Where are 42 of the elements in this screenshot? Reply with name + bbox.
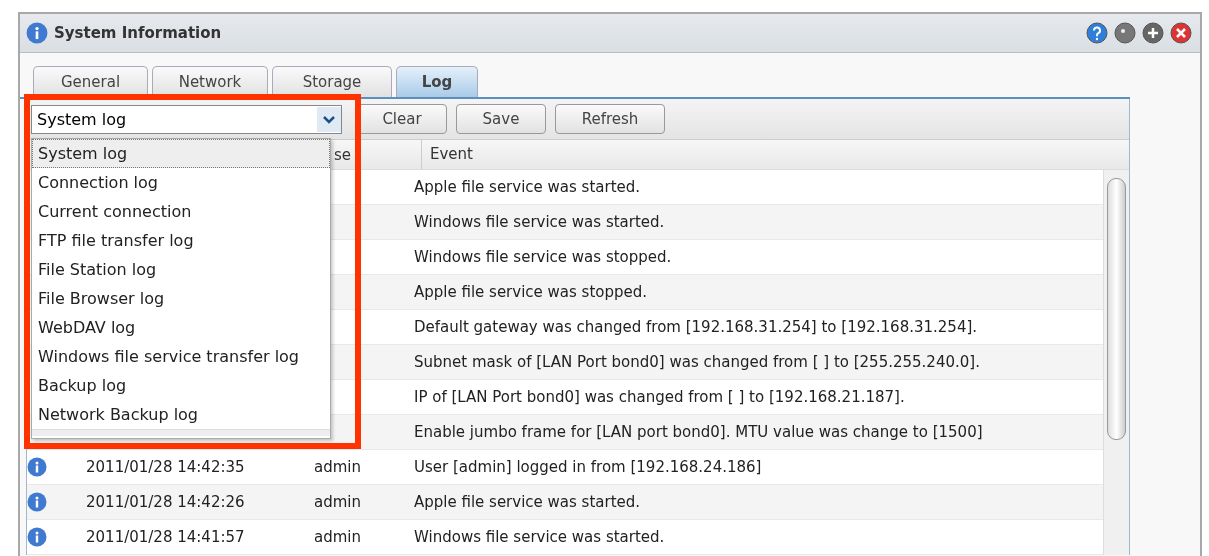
event-cell-text: Enable jumbo frame for [LAN port bond0]. MTU value was change to [1500] <box>414 423 984 441</box>
event-cell-text: Subnet mask of [LAN Port bond0] was changed from [ ] to [255.255.240.0]. <box>414 353 981 371</box>
dropdown-option[interactable]: Windows file service transfer log <box>32 342 330 371</box>
minimize-icon[interactable] <box>1114 22 1136 44</box>
event-cell-text: Windows file service was started. <box>414 213 666 231</box>
dropdown-option[interactable]: Connection log <box>32 168 330 197</box>
dropdown-option[interactable]: WebDAV log <box>32 313 330 342</box>
close-icon[interactable] <box>1170 22 1192 44</box>
date-cell-text: 2011/01/28 14:42:26 <box>85 493 246 511</box>
dropdown-option[interactable]: File Station log <box>32 255 330 284</box>
tab[interactable]: Log <box>396 66 478 97</box>
column-header: Event <box>421 140 1101 169</box>
date-cell-text: 2011/01/28 14:41:57 <box>85 528 246 546</box>
event-cell-text: Apple file service was started. <box>414 493 642 511</box>
column-header: se <box>333 145 353 164</box>
event-cell-text: User [admin] logged in from [192.168.24.186] <box>414 458 763 476</box>
dropdown-option[interactable]: File Browser log <box>32 284 330 313</box>
event-cell-text: Windows file service was stopped. <box>414 248 673 266</box>
event-cell-text: Apple file service was stopped. <box>414 283 649 301</box>
log-type-dropdown[interactable]: System log <box>31 104 342 134</box>
tab[interactable]: Storage <box>272 66 392 97</box>
toolbar-button[interactable]: Save <box>456 104 546 134</box>
user-cell-text: admin <box>314 528 362 546</box>
maximize-icon[interactable] <box>1142 22 1164 44</box>
dropdown-option[interactable]: Network Backup log <box>32 400 330 429</box>
user-cell-text: admin <box>314 493 362 511</box>
dropdown-option[interactable]: System log <box>32 139 330 168</box>
toolbar-button[interactable]: Refresh <box>555 104 665 134</box>
window-title: System Information <box>54 24 223 42</box>
dropdown-option[interactable]: Current connection <box>32 197 330 226</box>
dropdown-option[interactable]: FTP file transfer log <box>32 226 330 255</box>
event-cell-text: Default gateway was changed from [192.168.31.254] to [192.168.31.254]. <box>414 318 979 336</box>
user-cell-text: admin <box>314 458 362 476</box>
event-cell-text: Apple file service was started. <box>414 178 642 196</box>
dropdown-option[interactable]: Backup log <box>32 371 330 400</box>
info-icon <box>26 22 48 44</box>
help-icon[interactable] <box>1086 22 1108 44</box>
date-cell-text: 2011/01/28 14:42:35 <box>85 458 246 476</box>
chevron-down-icon <box>317 106 341 132</box>
event-cell-text: Windows file service was started. <box>414 528 666 546</box>
scrollbar[interactable] <box>1103 170 1129 555</box>
event-cell-text: IP of [LAN Port bond0] was changed from [ ] to [192.168.21.187]. <box>414 388 906 406</box>
